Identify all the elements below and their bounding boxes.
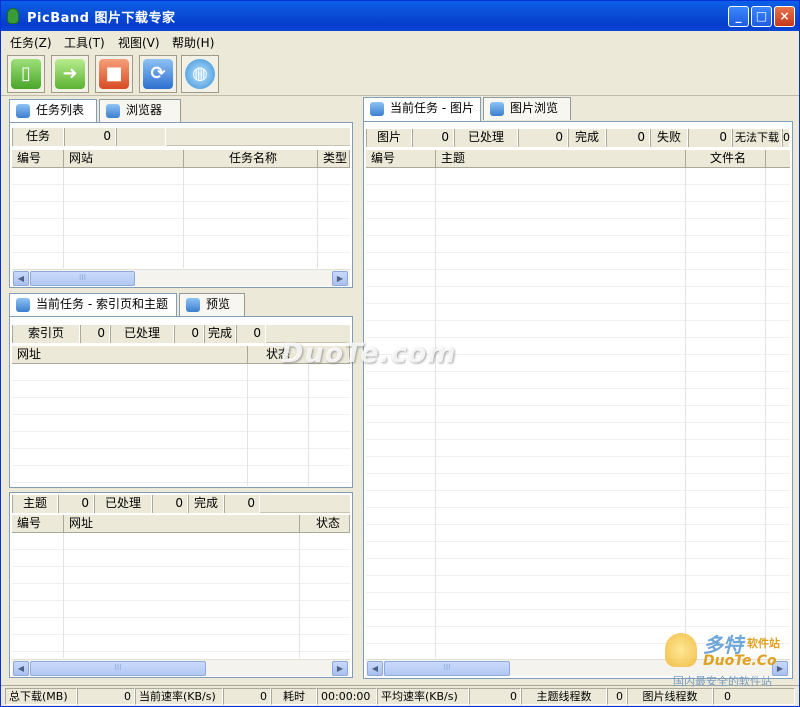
- current-rate-label: 当前速率(KB/s): [135, 688, 223, 705]
- scroll-thumb[interactable]: III: [384, 661, 510, 676]
- scroll-left-arrow[interactable]: ◀: [13, 271, 29, 286]
- toolbar: ▯ ➜ ■ ⟳ ◍: [1, 52, 799, 96]
- task-list-hscroll[interactable]: ◀ III ▶: [12, 269, 350, 286]
- topic-stats: 主题 0 已处理 0 完成 0: [12, 495, 350, 513]
- image-header: 编号 主题 文件名: [366, 150, 790, 168]
- image-stats: 图片 0 已处理 0 完成 0 失败 0 无法下载 0: [366, 129, 790, 147]
- menu-view[interactable]: 视图(V): [118, 34, 160, 51]
- index-rows[interactable]: [12, 364, 350, 486]
- tab-image-browse[interactable]: 图片浏览: [483, 97, 571, 120]
- task-stats: 任务 0: [12, 128, 350, 146]
- image-threads-value: 0: [713, 688, 795, 705]
- task-list-icon: [16, 104, 30, 118]
- left-top-tabs: 任务列表 浏览器: [7, 99, 353, 123]
- tab-task-list[interactable]: 任务列表: [9, 99, 97, 123]
- menu-bar: 任务(Z) 工具(T) 视图(V) 帮助(H): [1, 31, 799, 51]
- topic-header: 编号 网址 状态: [12, 515, 350, 533]
- right-tabs: 当前任务 - 图片 图片浏览: [363, 97, 793, 121]
- image-browse-icon: [490, 102, 504, 116]
- scroll-right-arrow[interactable]: ▶: [332, 661, 348, 676]
- scroll-thumb[interactable]: III: [30, 271, 135, 286]
- topic-threads-label: 主题线程数: [521, 688, 607, 705]
- topic-panel: 主题 0 已处理 0 完成 0 编号 网址 状态 ◀ III ▶: [9, 492, 353, 678]
- topic-rows[interactable]: [12, 533, 350, 658]
- current-rate-value: 0: [223, 688, 271, 705]
- total-download-value: 0: [77, 688, 135, 705]
- elapsed-value: 00:00:00: [317, 688, 377, 705]
- topic-hscroll[interactable]: ◀ III ▶: [12, 659, 350, 676]
- watermark-text: DuoTe.com: [281, 338, 457, 369]
- total-download-label: 总下载(MB): [5, 688, 77, 705]
- scroll-right-arrow[interactable]: ▶: [332, 271, 348, 286]
- title-bar[interactable]: PicBand 图片下载专家 _ □ ×: [1, 1, 799, 31]
- task-list-header: 编号 网站 任务名称 类型: [12, 150, 350, 168]
- stop-button[interactable]: ■: [95, 55, 133, 93]
- tab-preview[interactable]: 预览: [179, 293, 245, 316]
- image-threads-label: 图片线程数: [627, 688, 713, 705]
- preview-icon: [186, 298, 200, 312]
- image-rows[interactable]: [366, 168, 790, 658]
- topic-threads-value: 0: [607, 688, 627, 705]
- browser-button[interactable]: ◍: [181, 55, 219, 93]
- avg-rate-value: 0: [469, 688, 521, 705]
- refresh-button[interactable]: ⟳: [139, 55, 177, 93]
- scroll-thumb[interactable]: III: [30, 661, 206, 676]
- current-task-icon: [16, 298, 30, 312]
- task-list-rows[interactable]: [12, 168, 350, 268]
- menu-task[interactable]: 任务(Z): [10, 34, 52, 51]
- menu-tools[interactable]: 工具(T): [64, 34, 105, 51]
- elapsed-label: 耗时: [271, 688, 317, 705]
- browser-icon: [106, 104, 120, 118]
- window-title: PicBand 图片下载专家: [27, 11, 176, 26]
- watermark-logo: 多特 软件站 DuoTe.Co 国内最安全的软件站: [663, 629, 795, 688]
- left-mid-tabs: 当前任务 - 索引页和主题 预览: [7, 293, 353, 317]
- start-button[interactable]: ➜: [51, 55, 89, 93]
- minimize-button[interactable]: _: [728, 6, 749, 27]
- tab-current-task-images[interactable]: 当前任务 - 图片: [363, 97, 481, 121]
- new-task-button[interactable]: ▯: [7, 55, 45, 93]
- app-icon: [7, 8, 19, 24]
- images-icon: [370, 102, 384, 116]
- maximize-button[interactable]: □: [751, 6, 772, 27]
- mascot-icon: [665, 633, 697, 667]
- tab-current-task-index[interactable]: 当前任务 - 索引页和主题: [9, 293, 177, 317]
- task-list-panel: 任务 0 编号 网站 任务名称 类型 ◀ III ▶: [9, 122, 353, 288]
- app-window: PicBand 图片下载专家 _ □ × 任务(Z) 工具(T) 视图(V) 帮…: [0, 0, 800, 707]
- close-button[interactable]: ×: [774, 6, 795, 27]
- tab-browser[interactable]: 浏览器: [99, 99, 181, 122]
- images-panel: 图片 0 已处理 0 完成 0 失败 0 无法下载 0 编号 主题 文件名 ◀ …: [363, 121, 793, 679]
- scroll-left-arrow[interactable]: ◀: [13, 661, 29, 676]
- avg-rate-label: 平均速率(KB/s): [377, 688, 469, 705]
- scroll-left-arrow[interactable]: ◀: [367, 661, 383, 676]
- menu-help[interactable]: 帮助(H): [172, 34, 214, 51]
